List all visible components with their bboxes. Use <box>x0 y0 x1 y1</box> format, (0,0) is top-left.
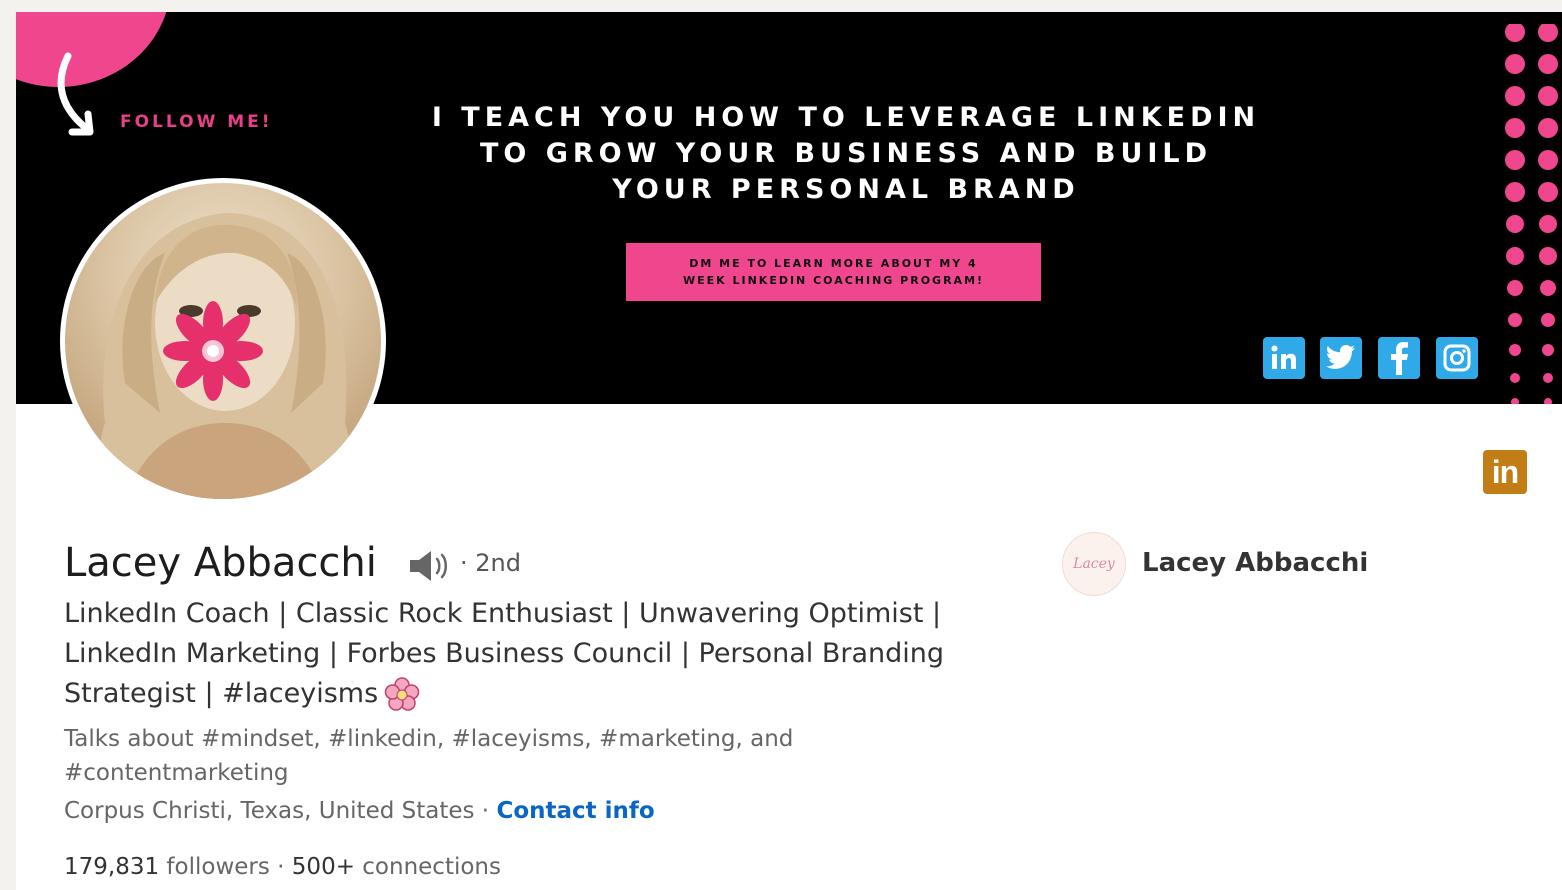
profile-photo-image <box>65 183 381 499</box>
headline-line: Strategist | #laceyisms <box>64 674 994 714</box>
location-separator: · <box>474 798 497 824</box>
headline-line: LinkedIn Coach | Classic Rock Enthusiast… <box>64 598 942 629</box>
connection-degree: · 2nd <box>460 549 521 577</box>
coaching-cta-box: DM ME TO LEARN MORE ABOUT MY 4 WEEK LINK… <box>626 243 1041 301</box>
linkedin-icon <box>1263 337 1305 379</box>
company-name[interactable]: Lacey Abbacchi <box>1142 548 1368 578</box>
profile-headline: LinkedIn Coach | Classic Rock Enthusiast… <box>64 594 994 714</box>
profile-name: Lacey Abbacchi <box>64 540 377 586</box>
decorative-dots <box>1505 24 1558 404</box>
tagline-line: YOUR PERSONAL BRAND <box>612 174 1080 205</box>
connections-label[interactable]: connections <box>355 854 501 880</box>
name-pronunciation-icon[interactable] <box>408 549 452 583</box>
tagline-line: I TEACH YOU HOW TO LEVERAGE LINKEDIN <box>431 102 1261 133</box>
followers-label[interactable]: followers <box>159 854 269 880</box>
contact-info-link[interactable]: Contact info <box>496 798 654 824</box>
talks-about: Talks about #mindset, #linkedin, #laceyi… <box>64 722 884 790</box>
profile-card: FOLLOW ME! I TEACH YOU HOW TO LEVERAGE L… <box>16 12 1562 890</box>
stats-separator: · <box>269 854 292 880</box>
twitter-icon <box>1320 337 1362 379</box>
company-logo[interactable]: Lacey <box>1062 532 1126 596</box>
connections-count[interactable]: 500+ <box>292 854 355 880</box>
instagram-icon <box>1436 337 1478 379</box>
talks-about-line: Talks about #mindset, #linkedin, #laceyi… <box>64 726 794 752</box>
cta-line: DM ME TO LEARN MORE ABOUT MY 4 <box>689 257 978 270</box>
profile-photo[interactable] <box>60 178 386 504</box>
facebook-icon <box>1378 337 1420 379</box>
linkedin-badge-icon[interactable]: in <box>1483 450 1527 494</box>
followers-count[interactable]: 179,831 <box>64 854 159 880</box>
talks-about-line: #contentmarketing <box>64 760 289 786</box>
profile-location: Corpus Christi, Texas, United States <box>64 798 475 824</box>
profile-location-row: Corpus Christi, Texas, United States · C… <box>64 798 655 824</box>
headline-line-text: Strategist | #laceyisms <box>64 678 379 709</box>
cta-line: WEEK LINKEDIN COACHING PROGRAM! <box>682 274 985 287</box>
tagline-line: TO GROW YOUR BUSINESS AND BUILD <box>479 138 1213 169</box>
banner-tagline: I TEACH YOU HOW TO LEVERAGE LINKEDIN TO … <box>396 100 1296 208</box>
follow-me-label: FOLLOW ME! <box>120 112 273 132</box>
network-stats: 179,831 followers · 500+ connections <box>64 854 501 880</box>
curved-arrow-icon <box>57 52 94 136</box>
cherry-blossom-icon <box>384 676 420 711</box>
headline-line: LinkedIn Marketing | Forbes Business Cou… <box>64 638 945 669</box>
